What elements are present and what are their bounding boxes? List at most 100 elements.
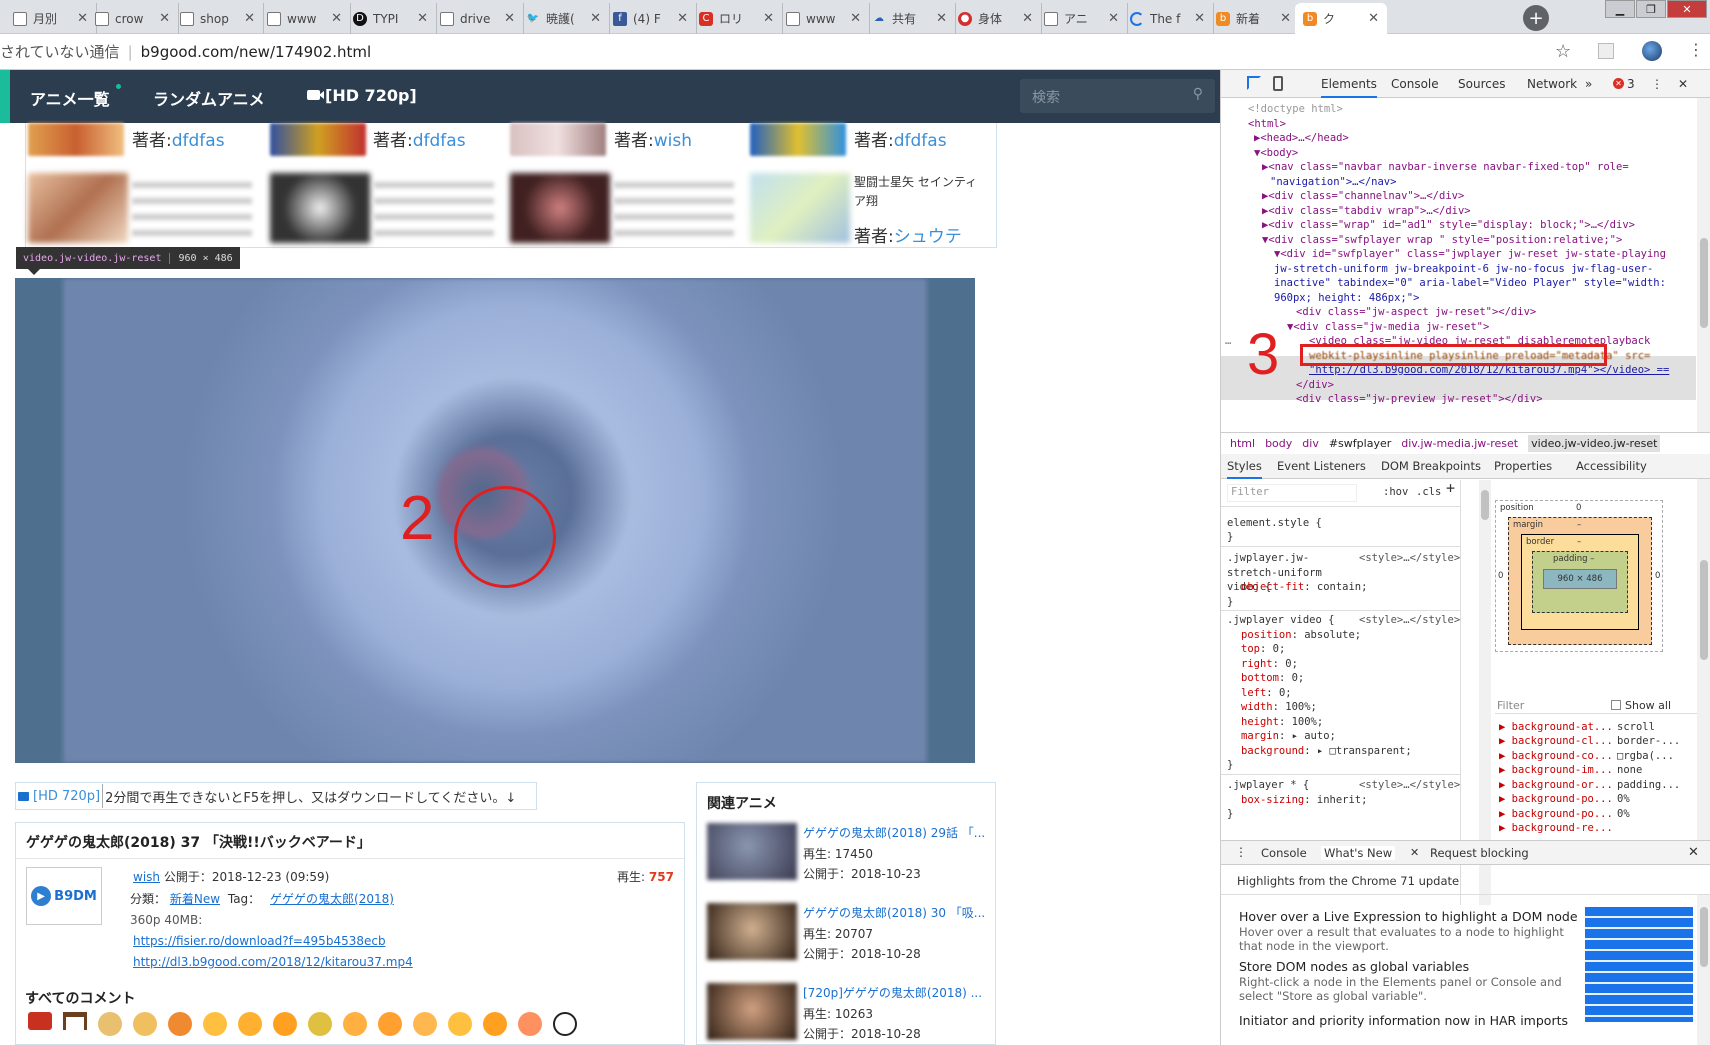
- css-selector[interactable]: element.style {: [1227, 516, 1322, 531]
- tab-sources[interactable]: Sources: [1458, 77, 1505, 91]
- thumbnail-image[interactable]: [28, 123, 124, 156]
- tab-dom-breakpoints[interactable]: DOM Breakpoints: [1381, 459, 1481, 473]
- menu-icon[interactable]: ⋮: [1688, 40, 1704, 59]
- related-item-title[interactable]: ゲゲゲの鬼太郎(2018) 30 「吸...: [803, 904, 985, 921]
- emoji-face-icon[interactable]: [133, 1012, 157, 1036]
- emoji-face-icon[interactable]: [98, 1012, 122, 1036]
- sofa-icon[interactable]: [28, 1012, 52, 1030]
- close-tab-icon[interactable]: ✕: [1108, 11, 1119, 26]
- dom-line[interactable]: ▶<nav class="navbar navbar-inverse navba…: [1262, 160, 1629, 175]
- emoji-face-icon[interactable]: [448, 1012, 472, 1036]
- dom-line[interactable]: jw-stretch-uniform jw-breakpoint-6 jw-no…: [1274, 262, 1653, 277]
- tag-link[interactable]: ゲゲゲの鬼太郎(2018): [270, 892, 394, 906]
- emoji-face-icon[interactable]: [168, 1012, 192, 1036]
- dom-line[interactable]: ▼<div class="jw-media jw-reset">: [1287, 320, 1489, 335]
- close-tab-icon[interactable]: ✕: [244, 11, 255, 26]
- browser-tab[interactable]: b 新着 ✕: [1208, 3, 1300, 34]
- close-tab-icon[interactable]: ✕: [1194, 11, 1205, 26]
- dom-line[interactable]: 960px; height: 486px;">: [1274, 291, 1419, 306]
- bookmark-star-icon[interactable]: ☆: [1555, 41, 1571, 62]
- browser-tab[interactable]: b ク ✕: [1295, 3, 1387, 34]
- browser-tab[interactable]: D TYPI ✕: [345, 3, 437, 34]
- nav-random-anime[interactable]: ランダムアニメ: [153, 86, 265, 110]
- download-link-2[interactable]: http://dl3.b9good.com/2018/12/kitarou37.…: [133, 955, 413, 969]
- thumbnail-image[interactable]: [750, 123, 846, 156]
- related-item-title[interactable]: [720p]ゲゲゲの鬼太郎(2018) ...: [803, 984, 982, 1001]
- breadcrumb-item[interactable]: div.jw-media.jw-reset: [1401, 437, 1518, 450]
- dom-line[interactable]: ▶<div class="wrap" id="ad1" style="displ…: [1262, 218, 1635, 233]
- dom-line[interactable]: <div class="jw-preview jw-reset"></div>: [1296, 392, 1543, 407]
- whats-new-item-title[interactable]: Store DOM nodes as global variables: [1239, 959, 1589, 974]
- error-count[interactable]: 3: [1627, 77, 1635, 91]
- css-source[interactable]: <style>…</style>: [1359, 613, 1460, 628]
- dom-line[interactable]: </div>: [1296, 378, 1334, 393]
- breadcrumb-item-selected[interactable]: video.jw-video.jw-reset: [1528, 435, 1661, 452]
- dom-line[interactable]: ▶<div class="channelnav">…</div>: [1262, 189, 1464, 204]
- browser-tab[interactable]: shop ✕: [172, 3, 264, 34]
- css-selector[interactable]: .jwplayer video {: [1227, 613, 1334, 628]
- close-tab-icon[interactable]: ✕: [159, 11, 170, 26]
- close-tab-icon[interactable]: ✕: [590, 11, 601, 26]
- drawer-scrollbar[interactable]: [1697, 895, 1710, 1045]
- breadcrumb-item[interactable]: html: [1230, 437, 1255, 450]
- new-tab-button[interactable]: +: [1523, 5, 1549, 31]
- dom-line[interactable]: ▶<head>…</head>: [1254, 131, 1349, 146]
- browser-tab[interactable]: ● 身体 ✕: [950, 3, 1042, 34]
- computed-filter-input[interactable]: Filter: [1497, 699, 1524, 712]
- browser-tab[interactable]: 月別 ✕: [5, 3, 97, 34]
- emoji-face-icon[interactable]: [203, 1012, 227, 1036]
- thumbnail-image[interactable]: [750, 173, 850, 243]
- browser-tab[interactable]: The f ✕: [1122, 3, 1214, 34]
- emoji-face-icon[interactable]: [308, 1012, 332, 1036]
- dom-line[interactable]: <!doctype html>: [1248, 102, 1343, 117]
- devtools-menu-icon[interactable]: ⋮: [1651, 77, 1663, 91]
- thumbnail-title[interactable]: 聖闘士星矢 セインティア翔: [854, 173, 984, 211]
- browser-tab[interactable]: www ✕: [259, 3, 351, 34]
- drawer-tab-request-blocking[interactable]: Request blocking: [1430, 846, 1529, 860]
- tab-console[interactable]: Console: [1391, 77, 1439, 91]
- close-tab-icon[interactable]: ✕: [1280, 11, 1291, 26]
- more-tabs-button[interactable]: »: [1585, 77, 1592, 91]
- inspect-element-icon[interactable]: [1247, 76, 1261, 90]
- close-devtools-icon[interactable]: ✕: [1678, 77, 1688, 91]
- close-tab-icon[interactable]: ✕: [1368, 11, 1379, 26]
- emoji-face-icon[interactable]: [413, 1012, 437, 1036]
- related-thumb[interactable]: [707, 823, 797, 880]
- emoji-face-icon[interactable]: [238, 1012, 262, 1036]
- browser-tab[interactable]: 🐦 暁護(✕: [518, 3, 610, 34]
- emoji-face-icon[interactable]: [483, 1012, 507, 1036]
- thumbnail-image[interactable]: [510, 123, 606, 156]
- dom-line[interactable]: ▼<div id="swfplayer" class="jwplayer jw-…: [1274, 247, 1666, 262]
- close-window-button[interactable]: ✕: [1667, 0, 1707, 18]
- close-tab-icon[interactable]: ✕: [936, 11, 947, 26]
- tab-accessibility[interactable]: Accessibility: [1576, 459, 1647, 473]
- thumbnail-image[interactable]: [28, 173, 128, 243]
- dom-line[interactable]: <html>: [1248, 117, 1286, 132]
- close-tab-icon[interactable]: ✕: [1410, 846, 1419, 859]
- css-selector[interactable]: .jwplayer * {: [1227, 778, 1309, 793]
- site-search-input[interactable]: 検索 ⚲: [1020, 79, 1215, 113]
- browser-tab[interactable]: www ✕: [778, 3, 870, 34]
- related-item-title[interactable]: ゲゲゲの鬼太郎(2018) 29話 「...: [803, 824, 985, 841]
- hd-notice-label[interactable]: [HD 720p]: [33, 789, 100, 804]
- close-tab-icon[interactable]: ✕: [850, 11, 861, 26]
- close-tab-icon[interactable]: ✕: [417, 11, 428, 26]
- category-link[interactable]: 新着New: [170, 892, 220, 906]
- cls-toggle[interactable]: .cls: [1416, 485, 1441, 500]
- breadcrumb-item[interactable]: #swfplayer: [1329, 437, 1391, 450]
- related-thumb[interactable]: [707, 903, 797, 960]
- emoji-face-icon[interactable]: [273, 1012, 297, 1036]
- dom-line[interactable]: inactive" tabindex="0" aria-label="Video…: [1274, 276, 1666, 291]
- browser-tab[interactable]: C ロリ ✕: [691, 3, 783, 34]
- drawer-tab-console[interactable]: Console: [1261, 846, 1307, 860]
- close-tab-icon[interactable]: ✕: [504, 11, 515, 26]
- emoji-face-icon[interactable]: [378, 1012, 402, 1036]
- tab-network[interactable]: Network: [1527, 77, 1577, 91]
- emoji-face-icon[interactable]: [518, 1012, 542, 1036]
- address-bar[interactable]: されていない通信 | b9good.com/new/174902.html ☆ …: [0, 34, 1710, 70]
- drawer-tab-whats-new[interactable]: What's New: [1321, 846, 1396, 860]
- close-tab-icon[interactable]: ✕: [763, 11, 774, 26]
- maximize-button[interactable]: ❐: [1636, 0, 1666, 18]
- browser-tab[interactable]: f (4) F ✕: [605, 3, 697, 34]
- dom-line[interactable]: "navigation">…</nav>: [1270, 175, 1396, 190]
